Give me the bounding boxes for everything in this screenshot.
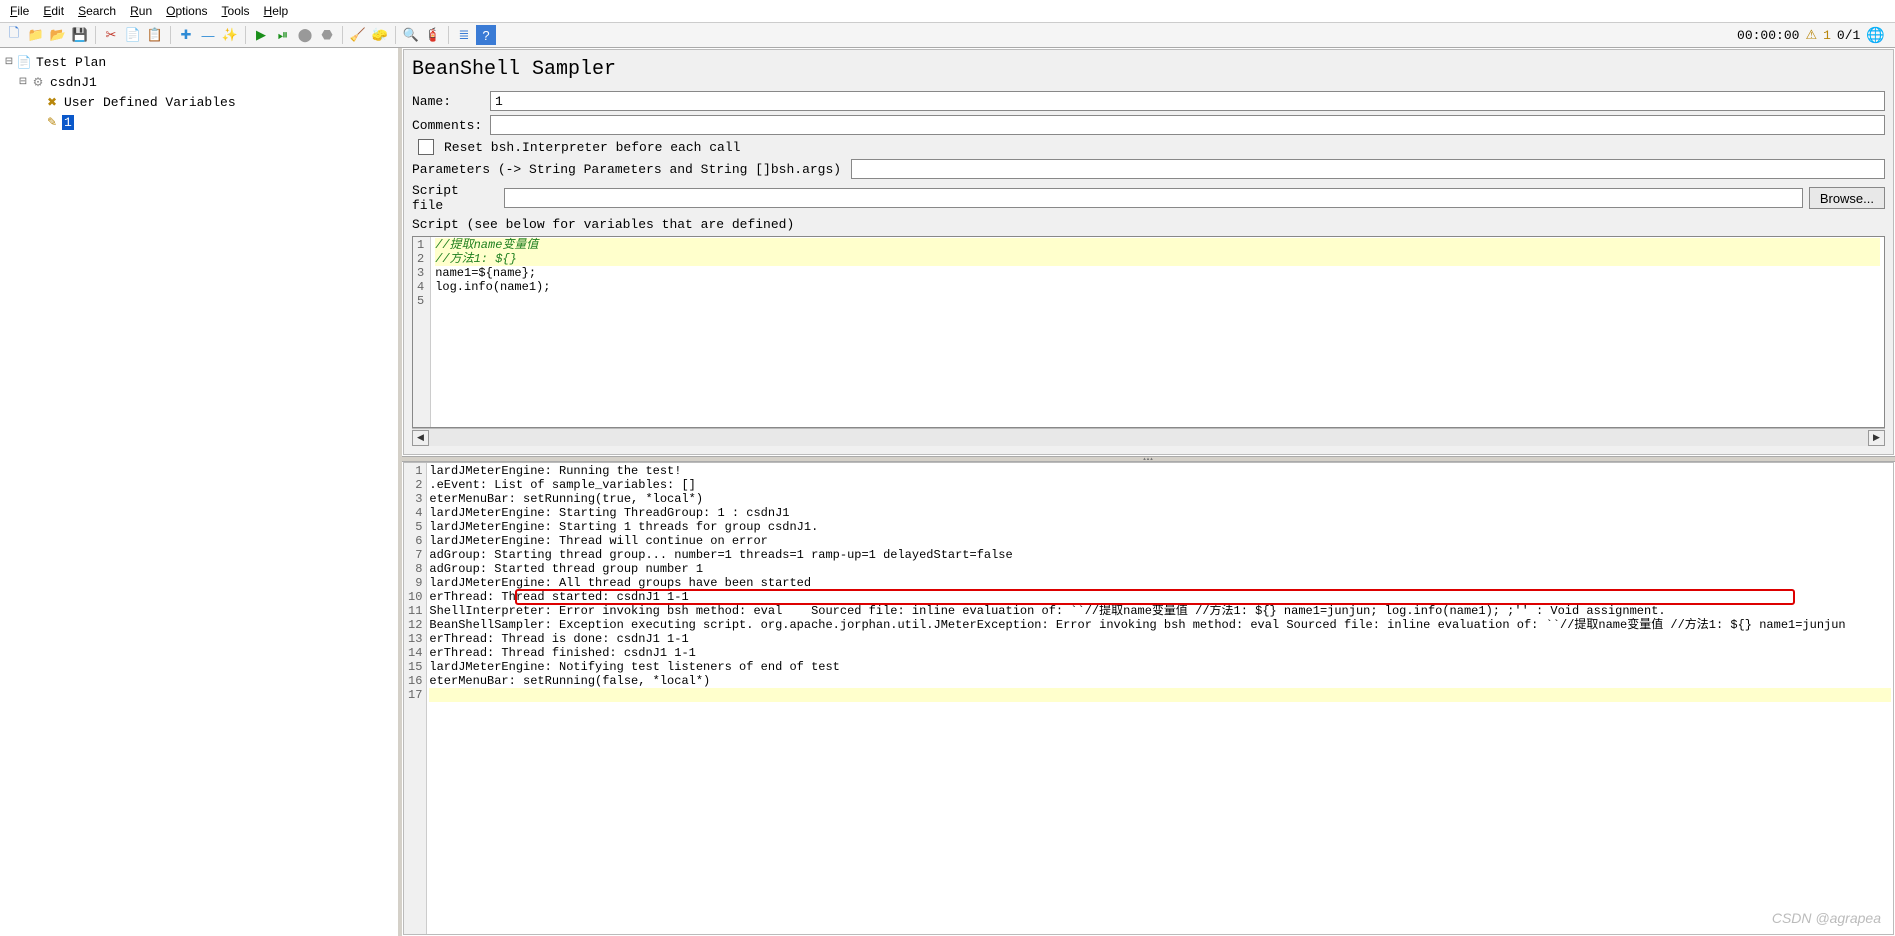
reset-interpreter-label: Reset bsh.Interpreter before each call (444, 140, 740, 155)
log-line: erThread: Thread finished: csdnJ1 1-1 (429, 646, 1891, 660)
tree-node-label: 1 (62, 115, 74, 130)
log-line: erThread: Thread is done: csdnJ1 1-1 (429, 632, 1891, 646)
toolbar-status: 00:00:00 ⚠ 1 0/1 🌐 (1737, 26, 1891, 45)
toolbar: 🗋📁📂💾 ✂📄📋 ✚—✨ ▶⏯⬤⬣ 🧹🧽 🔍🧯 ≣? 00:00:00 ⚠ 1 0/1 🌐 (0, 23, 1895, 48)
tree-udv[interactable]: ✖User Defined Variables (2, 92, 396, 112)
log-line: lardJMeterEngine: Running the test! (429, 464, 1891, 478)
templates-icon[interactable]: 📁 (26, 25, 46, 45)
log-line: lardJMeterEngine: Notifying test listene… (429, 660, 1891, 674)
log-panel[interactable]: 1234567891011121314151617 lardJMeterEngi… (403, 462, 1894, 935)
scroll-right-icon[interactable]: ▶ (1868, 430, 1885, 446)
comments-input[interactable] (490, 115, 1885, 135)
clear-all-icon[interactable]: 🧽 (370, 25, 390, 45)
menu-edit[interactable]: Edit (37, 2, 70, 20)
script-line[interactable] (435, 294, 1880, 308)
script-file-input[interactable] (504, 188, 1803, 208)
editor-scrollbar[interactable]: ◀ ▶ (412, 428, 1885, 446)
start-noTimers-icon[interactable]: ⏯ (273, 25, 293, 45)
script-editor[interactable]: 12345 //提取name变量值//方法1: ${}name1=${name}… (412, 236, 1885, 428)
log-line: adGroup: Started thread group number 1 (429, 562, 1891, 576)
element-detail-panel: BeanShell Sampler Name: Comments: Reset … (403, 49, 1894, 455)
reset-interpreter-checkbox[interactable] (418, 139, 434, 155)
menu-run[interactable]: Run (124, 2, 158, 20)
log-line: .eEvent: List of sample_variables: [] (429, 478, 1891, 492)
open-icon[interactable]: 📂 (48, 25, 68, 45)
tree-node-icon: 📄 (16, 54, 32, 70)
script-line[interactable]: log.info(name1); (435, 280, 1880, 294)
parameters-input[interactable] (851, 159, 1885, 179)
thread-ratio: 0/1 (1837, 28, 1860, 43)
menu-file[interactable]: File (4, 2, 35, 20)
clear-icon[interactable]: 🧹 (348, 25, 368, 45)
tree-node-label: User Defined Variables (62, 95, 238, 110)
scroll-left-icon[interactable]: ◀ (412, 430, 429, 446)
parameters-label: Parameters (-> String Parameters and Str… (412, 162, 845, 177)
minus-icon[interactable]: — (198, 25, 218, 45)
tree-toggle-icon[interactable]: ⊟ (16, 76, 30, 88)
tree-beanshell-sampler[interactable]: ✎1 (2, 112, 396, 132)
name-label: Name: (412, 94, 484, 109)
menu-options[interactable]: Options (160, 2, 213, 20)
log-line: lardJMeterEngine: Thread will continue o… (429, 534, 1891, 548)
new-icon[interactable]: 🗋 (4, 25, 24, 45)
stop-icon[interactable]: ⬤ (295, 25, 315, 45)
tree-thread-group[interactable]: ⊟⚙csdnJ1 (2, 72, 396, 92)
warning-count: 1 (1823, 28, 1831, 43)
log-line: lardJMeterEngine: Starting ThreadGroup: … (429, 506, 1891, 520)
shutdown-icon[interactable]: ⬣ (317, 25, 337, 45)
menu-tools[interactable]: Tools (216, 2, 256, 20)
menu-bar: FileEditSearchRunOptionsToolsHelp (0, 0, 1895, 23)
paste-icon[interactable]: 📋 (145, 25, 165, 45)
reset-search-icon[interactable]: 🧯 (423, 25, 443, 45)
help-icon[interactable]: ? (476, 25, 496, 45)
search-icon[interactable]: 🔍 (401, 25, 421, 45)
log-line: lardJMeterEngine: All thread groups have… (429, 576, 1891, 590)
log-line: eterMenuBar: setRunning(false, *local*) (429, 674, 1891, 688)
tree-toggle-icon[interactable]: ⊟ (2, 56, 16, 68)
plus-icon[interactable]: ✚ (176, 25, 196, 45)
log-line: erThread: Thread started: csdnJ1 1-1 (429, 590, 1891, 604)
log-line: ShellInterpreter: Error invoking bsh met… (429, 604, 1891, 618)
wand-icon[interactable]: ✨ (220, 25, 240, 45)
test-plan-tree[interactable]: ⊟📄Test Plan⊟⚙csdnJ1✖User Defined Variabl… (0, 48, 402, 936)
log-line: eterMenuBar: setRunning(true, *local*) (429, 492, 1891, 506)
tree-node-label: Test Plan (34, 55, 108, 70)
function-helper-icon[interactable]: ≣ (454, 25, 474, 45)
start-icon[interactable]: ▶ (251, 25, 271, 45)
log-line: BeanShellSampler: Exception executing sc… (429, 618, 1891, 632)
menu-search[interactable]: Search (72, 2, 122, 20)
globe-icon: 🌐 (1866, 26, 1885, 45)
cut-icon[interactable]: ✂ (101, 25, 121, 45)
elapsed-timer: 00:00:00 (1737, 28, 1799, 43)
script-file-label: Script file (412, 183, 498, 213)
tree-node-icon: ✖ (44, 94, 60, 110)
name-input[interactable] (490, 91, 1885, 111)
tree-node-icon: ⚙ (30, 74, 46, 90)
watermark: CSDN @agrapea (1772, 910, 1881, 926)
comments-label: Comments: (412, 118, 484, 133)
script-label: Script (see below for variables that are… (412, 217, 794, 232)
tree-node-icon: ✎ (44, 114, 60, 130)
log-line: adGroup: Starting thread group... number… (429, 548, 1891, 562)
script-line[interactable]: name1=${name}; (435, 266, 1880, 280)
warning-icon[interactable]: ⚠ (1805, 28, 1817, 43)
log-line: lardJMeterEngine: Starting 1 threads for… (429, 520, 1891, 534)
log-line (429, 688, 1891, 702)
copy-icon[interactable]: 📄 (123, 25, 143, 45)
browse-button[interactable]: Browse... (1809, 187, 1885, 209)
menu-help[interactable]: Help (258, 2, 295, 20)
panel-title: BeanShell Sampler (412, 54, 1885, 91)
tree-test-plan[interactable]: ⊟📄Test Plan (2, 52, 396, 72)
tree-node-label: csdnJ1 (48, 75, 99, 90)
script-line[interactable]: //方法1: ${} (435, 252, 1880, 266)
script-line[interactable]: //提取name变量值 (435, 238, 1880, 252)
save-icon[interactable]: 💾 (70, 25, 90, 45)
